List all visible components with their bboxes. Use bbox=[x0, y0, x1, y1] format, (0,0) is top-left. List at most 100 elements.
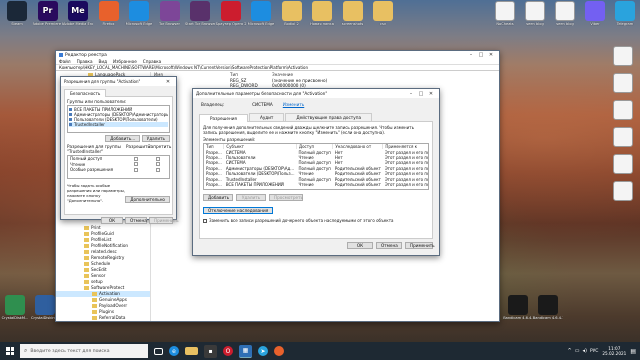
remove-user-button[interactable]: Удалить bbox=[141, 135, 170, 142]
desktop-icon[interactable] bbox=[608, 46, 638, 67]
tab-effective-access[interactable]: Действующие права доступа bbox=[285, 113, 373, 121]
registry-taskbar-icon[interactable]: ▦ bbox=[239, 344, 252, 358]
desktop-icon[interactable]: CrystalDiskM... bbox=[0, 295, 30, 320]
desktop-icon-label: NoCheats bbox=[496, 22, 514, 26]
permission-entry-row[interactable]: Разре... TrustedInstaller Полный доступ Род… bbox=[204, 176, 428, 182]
desktop-icon[interactable]: Tor Browser bbox=[155, 1, 185, 26]
desktop-icon[interactable] bbox=[608, 127, 638, 148]
allow-checkbox[interactable] bbox=[134, 156, 138, 161]
network-icon[interactable]: ▭ bbox=[575, 348, 580, 354]
permission-entry-row[interactable]: Разре... СИСТЕМА Полный доступ Нет Этот разд… bbox=[204, 149, 428, 155]
close-icon[interactable]: ✕ bbox=[486, 52, 496, 58]
desktop-icon[interactable]: Firefox bbox=[94, 1, 124, 26]
menu-item[interactable]: Файл bbox=[59, 59, 71, 64]
desktop-icon-label: Telegram bbox=[616, 22, 634, 26]
taskbar-search-box[interactable]: ⌕ Введите здесь текст для поиска bbox=[20, 344, 148, 358]
entry-cell: Разре... bbox=[206, 181, 222, 187]
deny-checkbox[interactable] bbox=[156, 167, 160, 172]
minimize-icon[interactable]: – bbox=[466, 52, 476, 58]
tree-node-label: ProfileNotification bbox=[91, 243, 129, 248]
tree-node-label: Activation bbox=[99, 291, 120, 296]
volume-icon[interactable]: ◂) bbox=[582, 348, 586, 354]
desktop-icon[interactable]: Microsoft Edge bbox=[124, 1, 154, 26]
desktop-icon[interactable] bbox=[608, 154, 638, 175]
store-icon[interactable]: ▪ bbox=[204, 344, 217, 358]
deny-checkbox[interactable] bbox=[156, 156, 160, 161]
allow-checkbox[interactable] bbox=[134, 167, 138, 172]
desktop-icon[interactable]: seen blog bbox=[550, 1, 580, 26]
remove-entry-button[interactable]: Удалить bbox=[236, 194, 266, 201]
menu-item[interactable]: Справка bbox=[143, 59, 161, 64]
desktop-icon[interactable]: Start Tor Browser bbox=[185, 1, 215, 26]
desktop-icon[interactable]: Telegram bbox=[610, 1, 640, 26]
language-indicator[interactable]: РУС bbox=[590, 349, 598, 354]
tab-audit[interactable]: Аудит bbox=[248, 113, 285, 121]
folder-icon bbox=[84, 244, 89, 248]
permission-entry-row[interactable]: Разре... Администраторы (DESKTOP\Ад... Пол… bbox=[204, 166, 428, 171]
users-list: ВСЕ ПАКЕТЫ ПРИЛОЖЕНИЙ Администраторы (DES… bbox=[67, 105, 170, 133]
task-view-icon[interactable] bbox=[154, 347, 163, 355]
deny-checkbox[interactable] bbox=[156, 162, 160, 166]
add-entry-button[interactable]: Добавить bbox=[203, 194, 233, 201]
disable-inheritance-button[interactable]: Отключение наследования bbox=[203, 207, 274, 214]
adv-cancel-button[interactable]: Отмена bbox=[376, 242, 402, 249]
desktop-icon[interactable] bbox=[608, 73, 638, 94]
tab-security[interactable]: Безопасность bbox=[64, 89, 107, 97]
tray-chevron-icon[interactable]: ^ bbox=[568, 348, 572, 354]
menu-item[interactable]: Правка bbox=[77, 59, 93, 64]
desktop-icon[interactable] bbox=[608, 181, 638, 202]
ok-button[interactable]: ОК bbox=[101, 217, 123, 224]
desktop-icon[interactable]: seen blog bbox=[520, 1, 550, 26]
apply-button[interactable]: Применить bbox=[149, 217, 179, 224]
adv-ok-button[interactable]: ОК bbox=[347, 242, 373, 249]
desktop-icon[interactable]: Steam bbox=[2, 1, 32, 26]
minimize-icon[interactable]: – bbox=[406, 91, 416, 97]
cancel-button[interactable]: Отмена bbox=[125, 217, 147, 224]
desktop-icon[interactable]: csv bbox=[368, 1, 398, 26]
close-icon[interactable]: ✕ bbox=[163, 79, 173, 85]
desktop-icon[interactable]: Bandicam 4.6.4.1657 bbox=[533, 295, 563, 320]
file-explorer-icon[interactable] bbox=[185, 347, 198, 355]
desktop-icon[interactable]: screenshots bbox=[338, 1, 368, 26]
view-entry-button[interactable]: Просмотреть bbox=[269, 194, 303, 201]
permissions-title-bar[interactable]: Разрешения для группы "Activation" ✕ bbox=[61, 77, 176, 86]
desktop-icon[interactable]: Браузер Opera 2 bbox=[216, 1, 246, 26]
edge-taskbar-icon[interactable]: e bbox=[169, 346, 179, 356]
add-user-button[interactable]: Добавить... bbox=[105, 135, 141, 142]
taskbar: ⌕ Введите здесь текст для поиска e ▪ O ▦… bbox=[0, 342, 640, 360]
desktop-icon[interactable]: Pr Adobe Premiere Pro bbox=[33, 1, 63, 26]
advanced-button[interactable]: Дополнительно bbox=[125, 196, 170, 203]
advanced-title-bar[interactable]: Дополнительные параметры безопасности дл… bbox=[193, 89, 439, 98]
replace-checkbox[interactable] bbox=[203, 218, 207, 223]
start-button[interactable] bbox=[0, 342, 20, 360]
change-owner-link[interactable]: Изменить bbox=[283, 102, 304, 107]
folder-icon bbox=[84, 262, 89, 266]
desktop-icon[interactable]: Me Adobe Media Encoder 2020 bbox=[63, 1, 93, 26]
registry-title-bar[interactable]: Редактор реестра – □ ✕ bbox=[56, 51, 499, 59]
menu-item[interactable]: Избранное bbox=[113, 59, 137, 64]
user-list-item[interactable]: TrustedInstaller bbox=[69, 122, 168, 127]
adv-apply-button[interactable]: Применить bbox=[405, 242, 435, 249]
firefox-taskbar-icon[interactable] bbox=[274, 346, 284, 356]
desktop-icon[interactable]: Microsoft Edge bbox=[246, 1, 276, 26]
maximize-icon[interactable]: □ bbox=[476, 52, 486, 58]
desktop-icon[interactable] bbox=[608, 100, 638, 121]
maximize-icon[interactable]: □ bbox=[416, 91, 426, 97]
menu-item[interactable]: Вид bbox=[99, 59, 108, 64]
close-icon[interactable]: ✕ bbox=[426, 91, 436, 97]
desktop-icon[interactable]: Bandicam 4.6.4.1657 bbox=[503, 295, 533, 320]
desktop-icon[interactable]: Viber bbox=[580, 1, 610, 26]
desktop-icon[interactable]: Новая папка bbox=[307, 1, 337, 26]
desktop-icon[interactable]: Bodiol 2 bbox=[277, 1, 307, 26]
telegram-taskbar-icon[interactable]: ➤ bbox=[258, 346, 268, 356]
notifications-icon[interactable]: ▤ bbox=[630, 348, 636, 355]
permission-entry-row[interactable]: Разре... СИСТЕМА Полный доступ Нет Этот разд… bbox=[204, 160, 428, 165]
tab-permissions[interactable]: Разрешения bbox=[199, 114, 248, 122]
desktop-icon[interactable]: NoCheats bbox=[490, 1, 520, 26]
folder-icon bbox=[92, 292, 97, 296]
registry-address-bar[interactable]: Компьютер\HKEY_LOCAL_MACHINE\SOFTWARE\Mi… bbox=[56, 65, 499, 71]
opera-taskbar-icon[interactable]: O bbox=[223, 346, 233, 356]
allow-checkbox[interactable] bbox=[134, 162, 138, 166]
clock[interactable]: 11:07 25.02.2021 bbox=[602, 346, 626, 356]
permission-entry-row[interactable]: Разре... ВСЕ ПАКЕТЫ ПРИЛОЖЕНИЙ Чтение Родит… bbox=[204, 181, 428, 187]
